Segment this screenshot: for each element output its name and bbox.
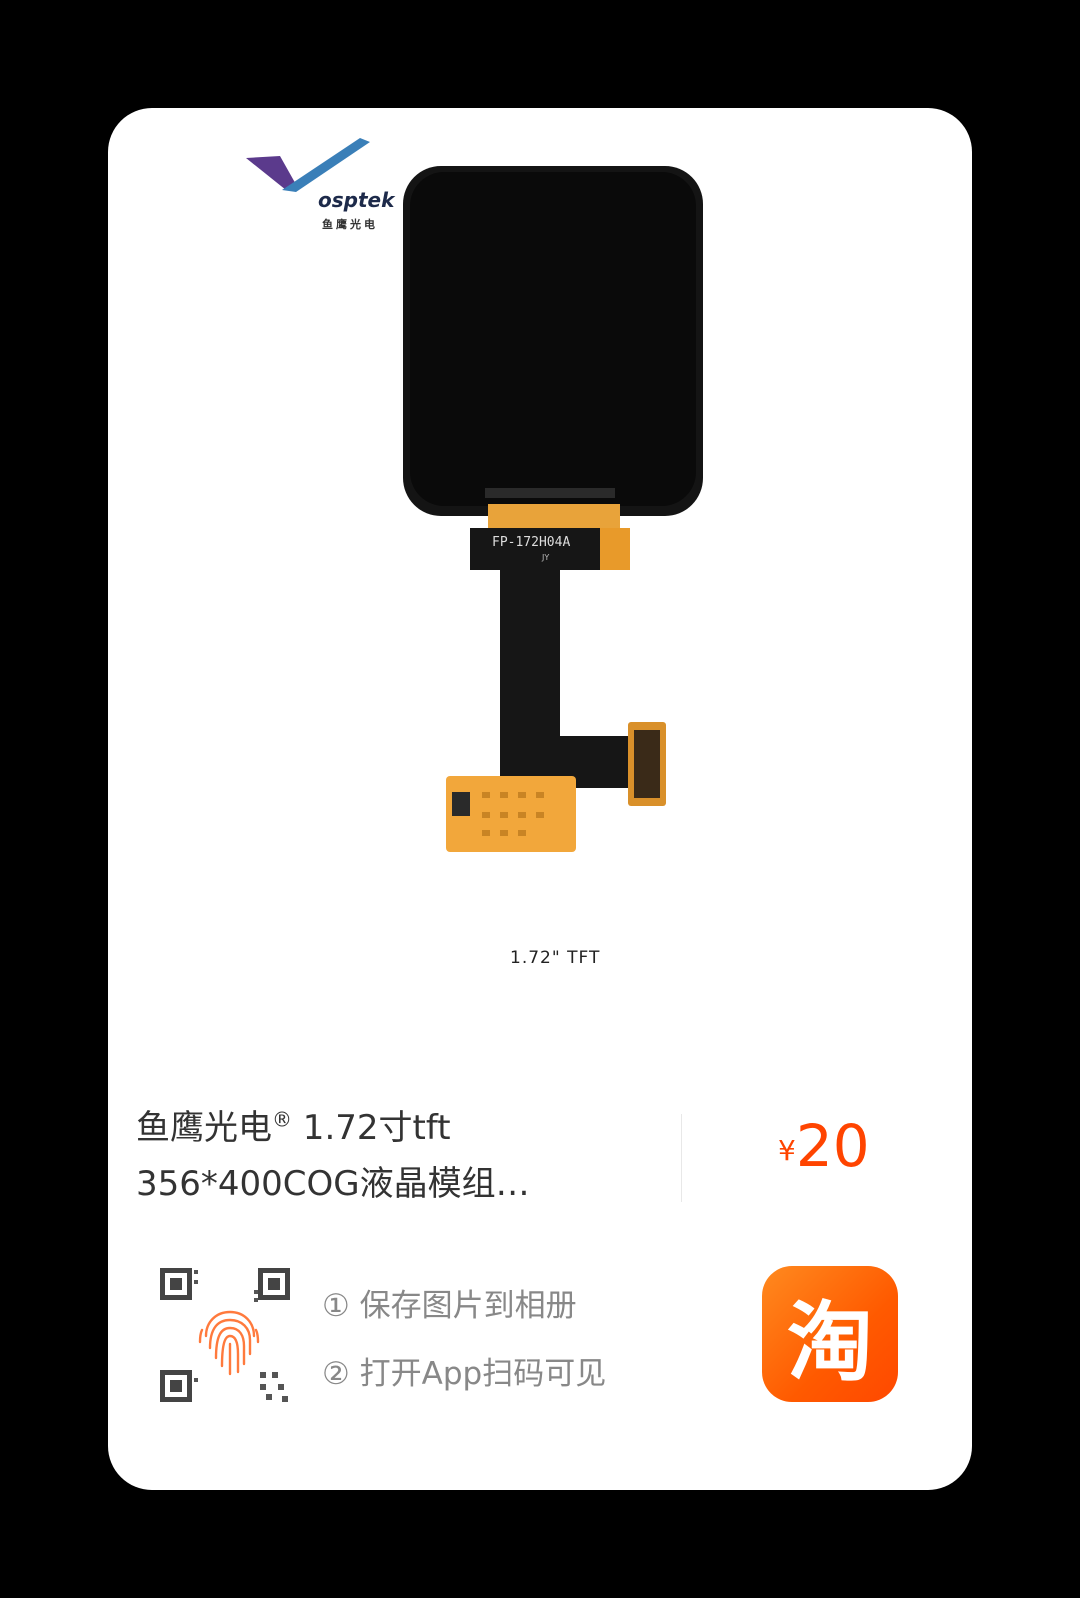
instruction-step-1: ① 保存图片到相册 xyxy=(322,1288,577,1324)
product-title[interactable]: 鱼鹰光电® 1.72寸tft 356*400COG液晶模组… xyxy=(136,1100,646,1212)
registered-mark: ® xyxy=(272,1107,292,1132)
price-amount: 20 xyxy=(795,1112,870,1180)
brand-logo-icon xyxy=(246,138,370,192)
title-line-2: 356*400COG液晶模组… xyxy=(136,1164,530,1204)
fingerprint-icon xyxy=(198,1310,260,1376)
product-image: FP-172H04A JY osptek 鱼鹰光电 1.72" TFT xyxy=(220,108,920,1008)
price-currency: ¥ xyxy=(778,1134,796,1167)
qr-finder-top-left-icon xyxy=(160,1268,192,1300)
lcd-module-illustration: FP-172H04A JY xyxy=(246,138,703,852)
taobao-app-icon[interactable]: 淘 xyxy=(762,1266,898,1402)
price: ¥20 xyxy=(778,1112,870,1180)
product-caption: 1.72" TFT xyxy=(510,948,601,968)
title-line-1: 鱼鹰光电® 1.72寸tft xyxy=(136,1107,451,1148)
instruction-step-2: ② 打开App扫码可见 xyxy=(322,1356,607,1392)
qr-code-placeholder[interactable] xyxy=(160,1268,300,1408)
qr-finder-top-right-icon xyxy=(258,1268,290,1300)
divider xyxy=(681,1114,682,1202)
taobao-icon-glyph: 淘 xyxy=(787,1292,873,1393)
fpc-label: FP-172H04A xyxy=(492,535,570,550)
brand-name: osptek xyxy=(318,188,395,212)
share-card: FP-172H04A JY osptek 鱼鹰光电 1.72" TFT 鱼鹰光电… xyxy=(108,108,972,1490)
brand-subtitle: 鱼鹰光电 xyxy=(322,218,378,231)
qr-finder-bottom-left-icon xyxy=(160,1370,192,1402)
fpc-sub-label: JY xyxy=(541,553,549,562)
